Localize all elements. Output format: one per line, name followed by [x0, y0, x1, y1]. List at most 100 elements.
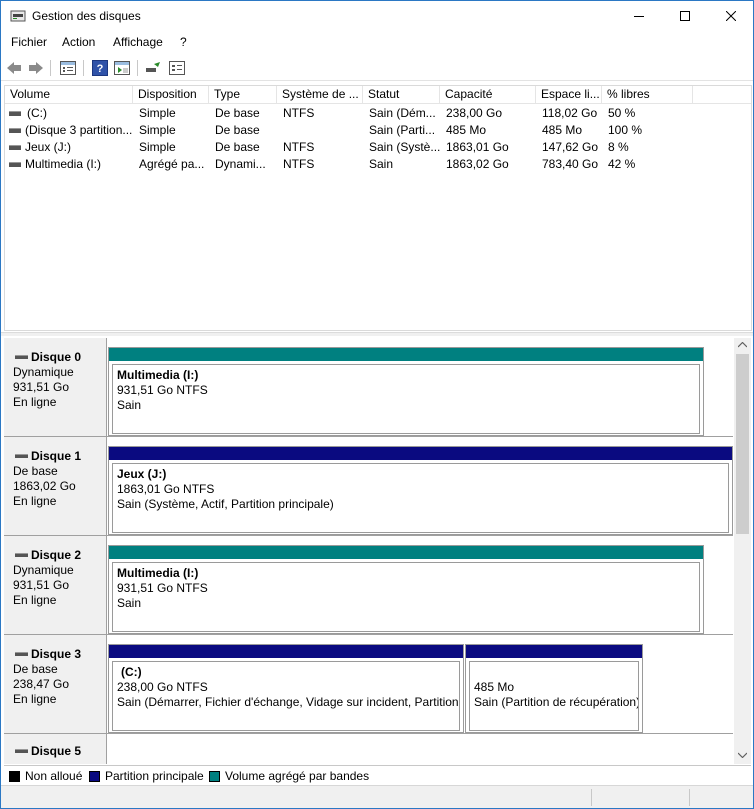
cell-percent-free: 8 % — [608, 140, 629, 154]
cell-disposition: Simple — [139, 123, 176, 137]
cell-percent-free: 42 % — [608, 157, 636, 171]
disk-state: En ligne — [13, 395, 57, 409]
disk-state: En ligne — [13, 494, 57, 508]
disk-icon — [15, 355, 28, 359]
disk-size: 931,51 Go — [13, 380, 70, 394]
partition-recovery[interactable]: 485 Mo Sain (Partition de récupération) — [465, 644, 643, 733]
disk-row-0: Disque 0 Dynamique 931,51 Go En ligne Mu… — [4, 338, 733, 437]
partition-status: Sain (Démarrer, Fichier d'échange, Vidag… — [117, 695, 459, 709]
column-header-capacity[interactable]: Capacité — [440, 86, 536, 104]
partition-title: (C:) — [121, 665, 142, 679]
close-button[interactable] — [708, 1, 754, 31]
partition-title: Multimedia (I:) — [117, 566, 199, 580]
help-icon[interactable]: ? — [90, 58, 110, 78]
column-header-percent-free[interactable]: % libres — [602, 86, 693, 104]
cell-disposition: Agrégé pa... — [139, 157, 205, 171]
forward-icon[interactable] — [26, 58, 46, 78]
cell-disposition: Simple — [139, 140, 176, 154]
cell-status: Sain (Dém... — [369, 106, 436, 120]
column-header-free-space[interactable]: Espace li... — [536, 86, 602, 104]
legend-label: Non alloué — [25, 769, 83, 783]
cell-free-space: 783,40 Go — [542, 157, 599, 171]
cell-free-space: 118,02 Go — [542, 106, 598, 120]
cell-volume: (C:) — [27, 106, 47, 120]
partition-detail: 931,51 Go NTFS — [117, 383, 208, 397]
disk-name: Disque 0 — [31, 350, 82, 364]
cell-free-space: 147,62 Go — [542, 140, 599, 154]
column-header-status[interactable]: Statut — [363, 86, 440, 104]
disk-row-3: Disque 3 De base 238,47 Go En ligne (C:)… — [4, 635, 733, 734]
cell-free-space: 485 Mo — [542, 123, 583, 137]
disk-state: En ligne — [13, 692, 57, 706]
partition-status: Sain — [117, 398, 142, 412]
cell-filesystem — [281, 122, 363, 139]
disk-connect-icon[interactable] — [143, 58, 163, 78]
legend-label: Partition principale — [105, 769, 204, 783]
vertical-scrollbar[interactable] — [734, 338, 751, 764]
disk-graphical-view: Disque 0 Dynamique 931,51 Go En ligne Mu… — [4, 338, 733, 764]
cell-status: Sain (Parti... — [369, 123, 436, 137]
partition-c[interactable]: (C:) 238,00 Go NTFS Sain (Démarrer, Fich… — [108, 644, 464, 733]
status-bar — [1, 785, 753, 808]
scrollbar-thumb[interactable] — [736, 354, 749, 534]
volume-list: Volume Disposition Type Système de ... S… — [4, 85, 752, 331]
console-view-icon[interactable] — [112, 58, 132, 78]
partition-title: Jeux (J:) — [117, 467, 167, 481]
disk-info-2[interactable]: Disque 2 Dynamique 931,51 Go En ligne — [4, 536, 107, 634]
column-header-volume[interactable]: Volume — [5, 86, 133, 104]
column-header-disposition[interactable]: Disposition — [133, 86, 209, 104]
pane-splitter[interactable] — [1, 332, 753, 336]
cell-type: Dynami... — [215, 157, 266, 171]
disk-type: Dynamique — [13, 365, 74, 379]
legend-bar: Non alloué Partition principale Volume a… — [4, 765, 751, 784]
cell-volume: Jeux (J:) — [25, 140, 72, 154]
disk-icon — [15, 553, 28, 557]
cell-capacity: 1863,02 Go — [446, 157, 509, 171]
disk-size: 238,47 Go — [13, 677, 70, 691]
legend-striped-volume: Volume agrégé par bandes — [209, 769, 369, 783]
maximize-button[interactable] — [662, 1, 708, 31]
menu-action[interactable]: Action — [62, 35, 95, 49]
close-icon — [726, 11, 736, 21]
column-header-empty — [693, 86, 751, 104]
disk-info-3[interactable]: Disque 3 De base 238,47 Go En ligne — [4, 635, 107, 733]
partition-title: Multimedia (I:) — [117, 368, 199, 382]
disk-info-0[interactable]: Disque 0 Dynamique 931,51 Go En ligne — [4, 338, 107, 436]
legend-primary-partition: Partition principale — [89, 769, 204, 783]
disk-info-5[interactable]: Disque 5 — [4, 734, 107, 764]
cell-type: De base — [215, 123, 260, 137]
minimize-button[interactable] — [616, 1, 662, 31]
menu-help[interactable]: ? — [180, 35, 187, 49]
partition-status: Sain (Partition de récupération) — [474, 695, 639, 709]
partition-status: Sain (Système, Actif, Partition principa… — [117, 497, 334, 511]
disk-name: Disque 1 — [31, 449, 82, 463]
scroll-down-icon — [738, 752, 747, 758]
menu-affichage[interactable]: Affichage — [113, 35, 163, 49]
properties-view-icon[interactable] — [58, 58, 78, 78]
disk-info-1[interactable]: Disque 1 De base 1863,02 Go En ligne — [4, 437, 107, 535]
settings-list-icon[interactable] — [167, 58, 187, 78]
partition-jeux[interactable]: Jeux (J:) 1863,01 Go NTFS Sain (Système,… — [108, 446, 733, 535]
partition-detail: 485 Mo — [474, 680, 515, 694]
cell-volume: (Disque 3 partition... — [25, 123, 133, 137]
cell-filesystem: NTFS — [283, 157, 315, 171]
column-header-filesystem[interactable]: Système de ... — [277, 86, 363, 104]
cell-type: De base — [215, 106, 260, 120]
toolbar: ? — [1, 54, 753, 81]
column-header-type[interactable]: Type — [209, 86, 277, 104]
disk-icon — [15, 652, 28, 656]
partition-multimedia[interactable]: Multimedia (I:) 931,51 Go NTFS Sain — [108, 545, 704, 634]
cell-capacity: 1863,01 Go — [446, 140, 509, 154]
title-bar: Gestion des disques — [1, 1, 753, 32]
cell-status: Sain (Systè... — [369, 140, 440, 154]
legend-swatch — [209, 770, 220, 782]
disk-type: De base — [13, 662, 58, 676]
back-icon[interactable] — [4, 58, 24, 78]
menu-bar: Fichier Action Affichage ? — [1, 32, 753, 53]
legend-swatch — [89, 770, 100, 782]
disk-name: Disque 5 — [31, 744, 82, 758]
volume-icon — [9, 145, 21, 150]
disk-row-2: Disque 2 Dynamique 931,51 Go En ligne Mu… — [4, 536, 733, 635]
menu-fichier[interactable]: Fichier — [11, 35, 47, 49]
partition-multimedia[interactable]: Multimedia (I:) 931,51 Go NTFS Sain — [108, 347, 704, 436]
